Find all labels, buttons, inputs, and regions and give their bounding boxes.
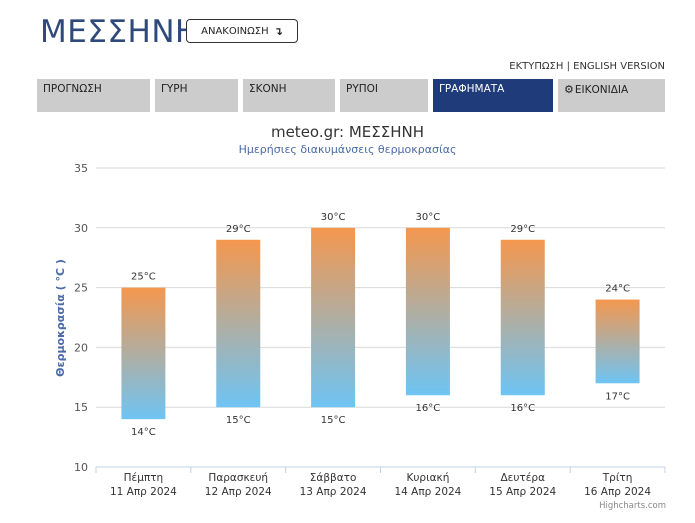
- temperature-range-bar: [216, 239, 261, 408]
- x-tick-date-label: 16 Απρ 2024: [584, 486, 651, 498]
- temperature-chart: 10 15 20 25 30 35 25°C 14°C Πέμπτη 11 Απρ 2024 29°…: [54, 162, 666, 498]
- x-tick-date-label: 15 Απρ 2024: [489, 486, 556, 498]
- x-tick-day-label: Κυριακή: [406, 472, 449, 484]
- high-value-label: 30°C: [321, 212, 346, 223]
- low-value-label: 16°C: [510, 403, 535, 414]
- x-tick-date-label: 13 Απρ 2024: [300, 486, 367, 498]
- y-tick-label: 20: [74, 341, 88, 354]
- temperature-range-bar: [500, 239, 545, 396]
- y-tick-label: 35: [74, 162, 88, 175]
- x-tick-day-label: Σάββατο: [310, 472, 357, 484]
- low-value-label: 15°C: [321, 415, 346, 426]
- x-tick-date-label: 12 Απρ 2024: [205, 486, 272, 498]
- high-value-label: 29°C: [226, 224, 251, 235]
- x-tick-day-label: Πέμπτη: [124, 472, 164, 484]
- highcharts-credit[interactable]: Highcharts.com: [599, 501, 666, 511]
- x-tick-date-label: 14 Απρ 2024: [394, 486, 461, 498]
- temperature-range-bar: [405, 227, 450, 396]
- high-value-label: 29°C: [510, 224, 535, 235]
- low-value-label: 14°C: [131, 427, 156, 438]
- low-value-label: 15°C: [226, 415, 251, 426]
- y-tick-label: 10: [74, 461, 88, 474]
- high-value-label: 30°C: [416, 212, 441, 223]
- temperature-range-bar: [595, 299, 640, 384]
- high-value-label: 24°C: [605, 284, 630, 295]
- grid: [95, 167, 666, 473]
- high-value-label: 25°C: [131, 272, 156, 283]
- bars: [121, 227, 640, 420]
- temperature-range-bar: [121, 287, 166, 420]
- y-axis-label: Θερμοκρασία ( °C ): [54, 259, 67, 377]
- temperature-range-bar: [311, 227, 356, 408]
- low-value-label: 16°C: [416, 403, 441, 414]
- x-tick-day-label: Παρασκευή: [208, 472, 268, 484]
- y-tick-label: 25: [74, 282, 88, 295]
- y-tick-label: 30: [74, 222, 88, 235]
- y-tick-label: 15: [74, 401, 88, 414]
- x-tick-date-label: 11 Απρ 2024: [110, 486, 177, 498]
- low-value-label: 17°C: [605, 391, 630, 402]
- x-tick-day-label: Τρίτη: [602, 472, 633, 484]
- x-tick-day-label: Δευτέρα: [500, 472, 545, 484]
